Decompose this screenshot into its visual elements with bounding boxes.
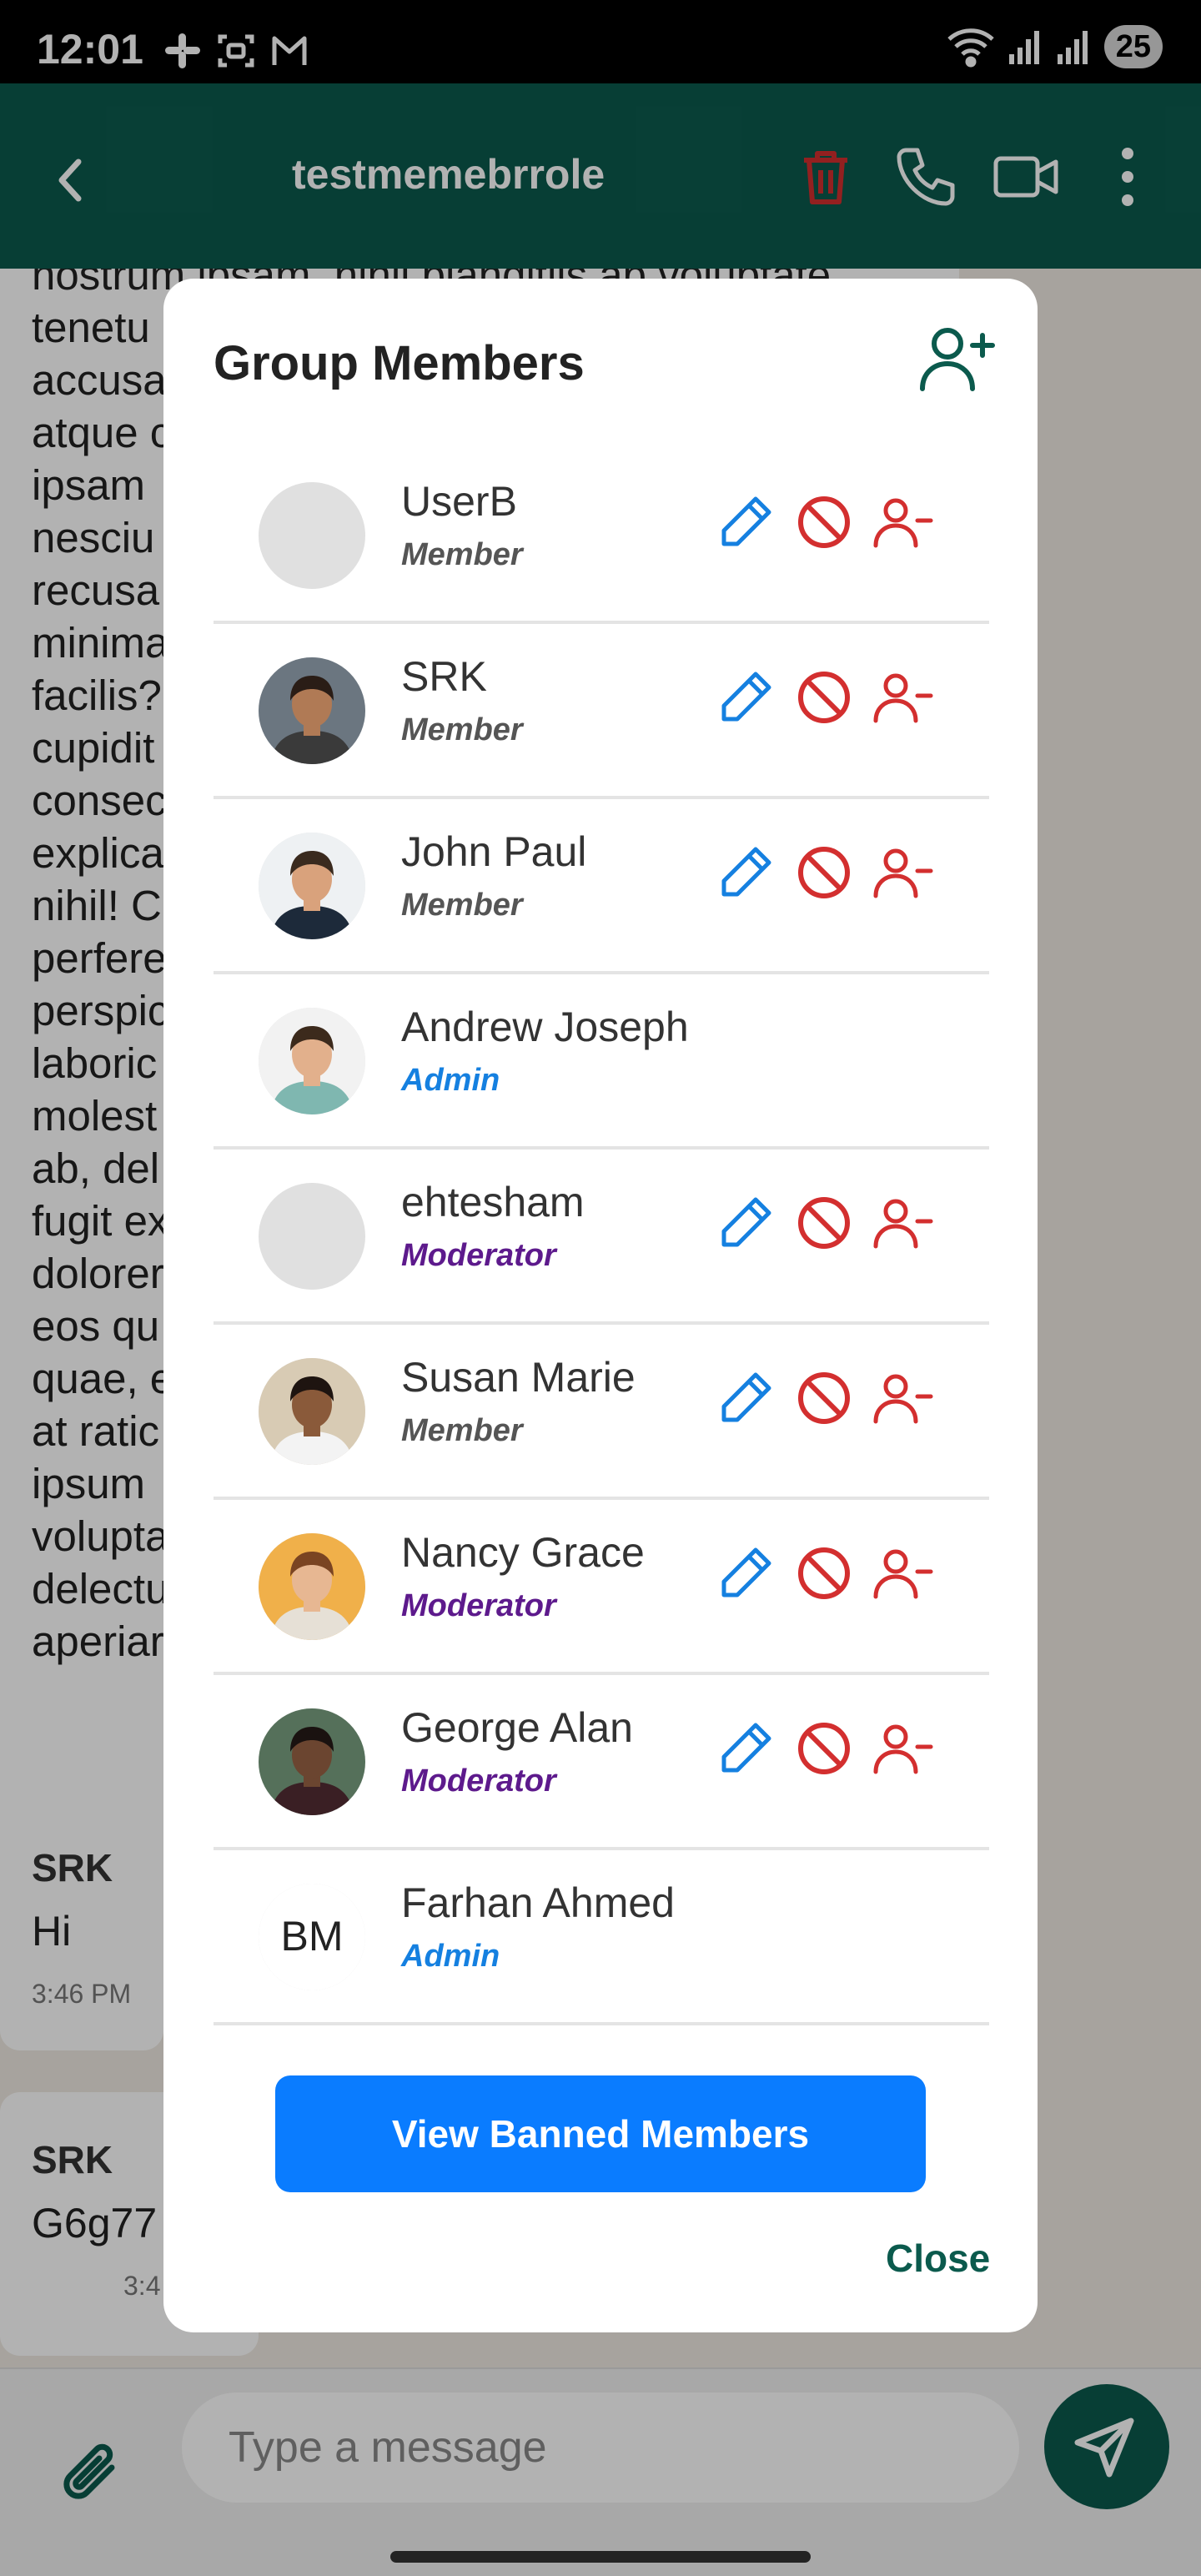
member-name: UserB <box>401 478 517 525</box>
member-actions <box>714 1717 934 1780</box>
member-row[interactable]: Andrew Joseph Admin <box>214 974 989 1150</box>
member-role-badge: Member <box>401 1413 523 1448</box>
add-member-icon[interactable] <box>916 319 996 399</box>
member-list: UserB Member SRK Member John Paul Member Andre… <box>214 449 989 2025</box>
edit-role-icon[interactable] <box>714 491 777 554</box>
member-actions <box>714 1542 934 1605</box>
remove-member-icon[interactable] <box>871 666 934 729</box>
remove-member-icon[interactable] <box>871 1542 934 1605</box>
member-role-badge: Member <box>401 537 523 572</box>
remove-member-icon[interactable] <box>871 1717 934 1780</box>
member-name: Susan Marie <box>401 1354 636 1401</box>
member-name: George Alan <box>401 1704 633 1751</box>
member-role-badge: Admin <box>401 1939 500 1974</box>
member-actions <box>714 666 934 729</box>
remove-member-icon[interactable] <box>871 1366 934 1430</box>
avatar <box>259 1358 365 1465</box>
ban-icon[interactable] <box>792 666 856 729</box>
member-name: Andrew Joseph <box>401 1004 689 1050</box>
avatar <box>259 1183 365 1290</box>
avatar <box>259 1708 365 1815</box>
member-name: ehtesham <box>401 1179 585 1225</box>
member-role-badge: Member <box>401 888 523 923</box>
edit-role-icon[interactable] <box>714 1542 777 1605</box>
ban-icon[interactable] <box>792 1717 856 1780</box>
edit-role-icon[interactable] <box>714 841 777 904</box>
avatar: BM <box>259 1884 365 1990</box>
edit-role-icon[interactable] <box>714 1191 777 1255</box>
ban-icon[interactable] <box>792 841 856 904</box>
ban-icon[interactable] <box>792 491 856 554</box>
edit-role-icon[interactable] <box>714 666 777 729</box>
ban-icon[interactable] <box>792 1366 856 1430</box>
ban-icon[interactable] <box>792 1542 856 1605</box>
member-row[interactable]: BM Farhan Ahmed Admin <box>214 1850 989 2025</box>
ban-icon[interactable] <box>792 1191 856 1255</box>
member-row[interactable]: UserB Member <box>214 449 989 624</box>
member-name: SRK <box>401 653 487 700</box>
member-actions <box>714 1366 934 1430</box>
member-name: Nancy Grace <box>401 1529 645 1576</box>
edit-role-icon[interactable] <box>714 1717 777 1780</box>
avatar <box>259 657 365 764</box>
member-actions <box>714 1191 934 1255</box>
dialog-title: Group Members <box>214 336 585 390</box>
member-role-badge: Moderator <box>401 1763 556 1799</box>
member-actions <box>714 491 934 554</box>
member-row[interactable]: ehtesham Moderator <box>214 1150 989 1325</box>
member-name: John Paul <box>401 828 587 875</box>
group-members-dialog: Group Members UserB Member SRK Member John P… <box>163 279 1038 2332</box>
member-row[interactable]: Susan Marie Member <box>214 1325 989 1500</box>
close-button[interactable]: Close <box>886 2236 990 2281</box>
avatar <box>259 482 365 589</box>
member-row[interactable]: John Paul Member <box>214 799 989 974</box>
remove-member-icon[interactable] <box>871 841 934 904</box>
avatar <box>259 1008 365 1114</box>
member-row[interactable]: George Alan Moderator <box>214 1675 989 1850</box>
member-row[interactable]: Nancy Grace Moderator <box>214 1500 989 1675</box>
member-actions <box>714 841 934 904</box>
avatar-logo-text: BM <box>281 1913 344 1960</box>
member-role-badge: Admin <box>401 1063 500 1098</box>
member-role-badge: Moderator <box>401 1588 556 1623</box>
member-row[interactable]: SRK Member <box>214 624 989 799</box>
avatar <box>259 1533 365 1640</box>
member-role-badge: Moderator <box>401 1238 556 1273</box>
member-role-badge: Member <box>401 712 523 747</box>
remove-member-icon[interactable] <box>871 1191 934 1255</box>
edit-role-icon[interactable] <box>714 1366 777 1430</box>
remove-member-icon[interactable] <box>871 491 934 554</box>
view-banned-members-button[interactable]: View Banned Members <box>275 2075 926 2192</box>
avatar <box>259 833 365 939</box>
member-name: Farhan Ahmed <box>401 1879 675 1926</box>
